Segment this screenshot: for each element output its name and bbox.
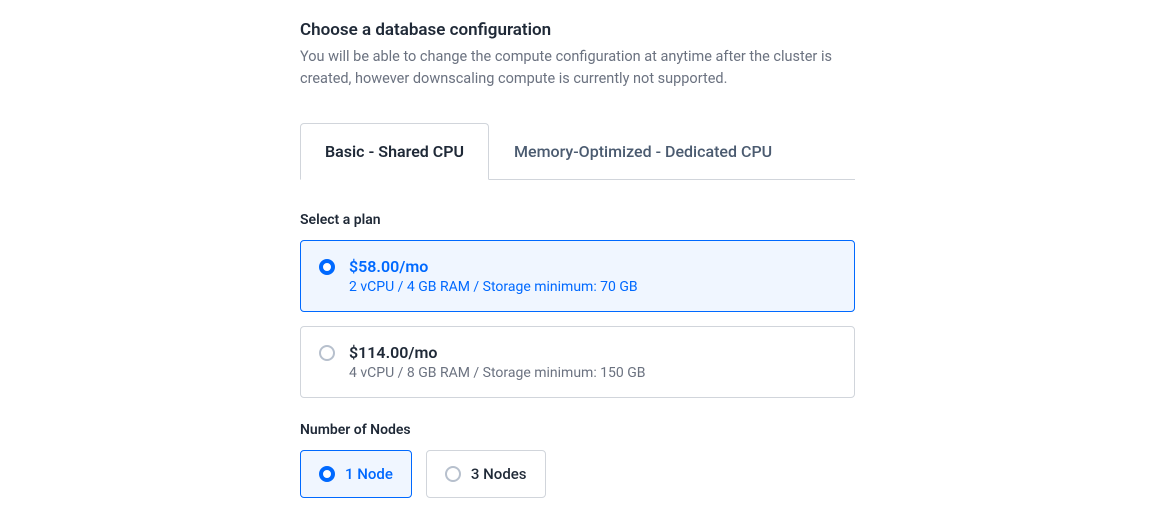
tab-memory-optimized[interactable]: Memory-Optimized - Dedicated CPU (489, 123, 797, 179)
plan-specs: 4 vCPU / 8 GB RAM / Storage minimum: 150… (349, 365, 836, 381)
plan-price: $58.00/mo (349, 257, 836, 276)
plan-option-1[interactable]: $114.00/mo 4 vCPU / 8 GB RAM / Storage m… (300, 326, 855, 398)
section-title: Choose a database configuration (300, 20, 855, 40)
number-of-nodes-title: Number of Nodes (300, 422, 855, 438)
plan-price: $114.00/mo (349, 343, 836, 362)
select-plan-title: Select a plan (300, 212, 855, 228)
config-tabs: Basic - Shared CPU Memory-Optimized - De… (300, 123, 855, 180)
radio-icon (445, 466, 461, 482)
plan-specs: 2 vCPU / 4 GB RAM / Storage minimum: 70 … (349, 279, 836, 295)
radio-icon (319, 345, 335, 361)
node-label: 1 Node (345, 465, 393, 483)
radio-icon (319, 466, 335, 482)
node-option-1[interactable]: 1 Node (300, 450, 412, 498)
node-option-3[interactable]: 3 Nodes (426, 450, 546, 498)
node-label: 3 Nodes (471, 465, 527, 483)
node-options: 1 Node 3 Nodes (300, 450, 855, 498)
section-description: You will be able to change the compute c… (300, 46, 855, 91)
radio-icon (319, 259, 335, 275)
plan-option-0[interactable]: $58.00/mo 2 vCPU / 4 GB RAM / Storage mi… (300, 240, 855, 312)
tab-basic-shared-cpu[interactable]: Basic - Shared CPU (300, 123, 489, 180)
